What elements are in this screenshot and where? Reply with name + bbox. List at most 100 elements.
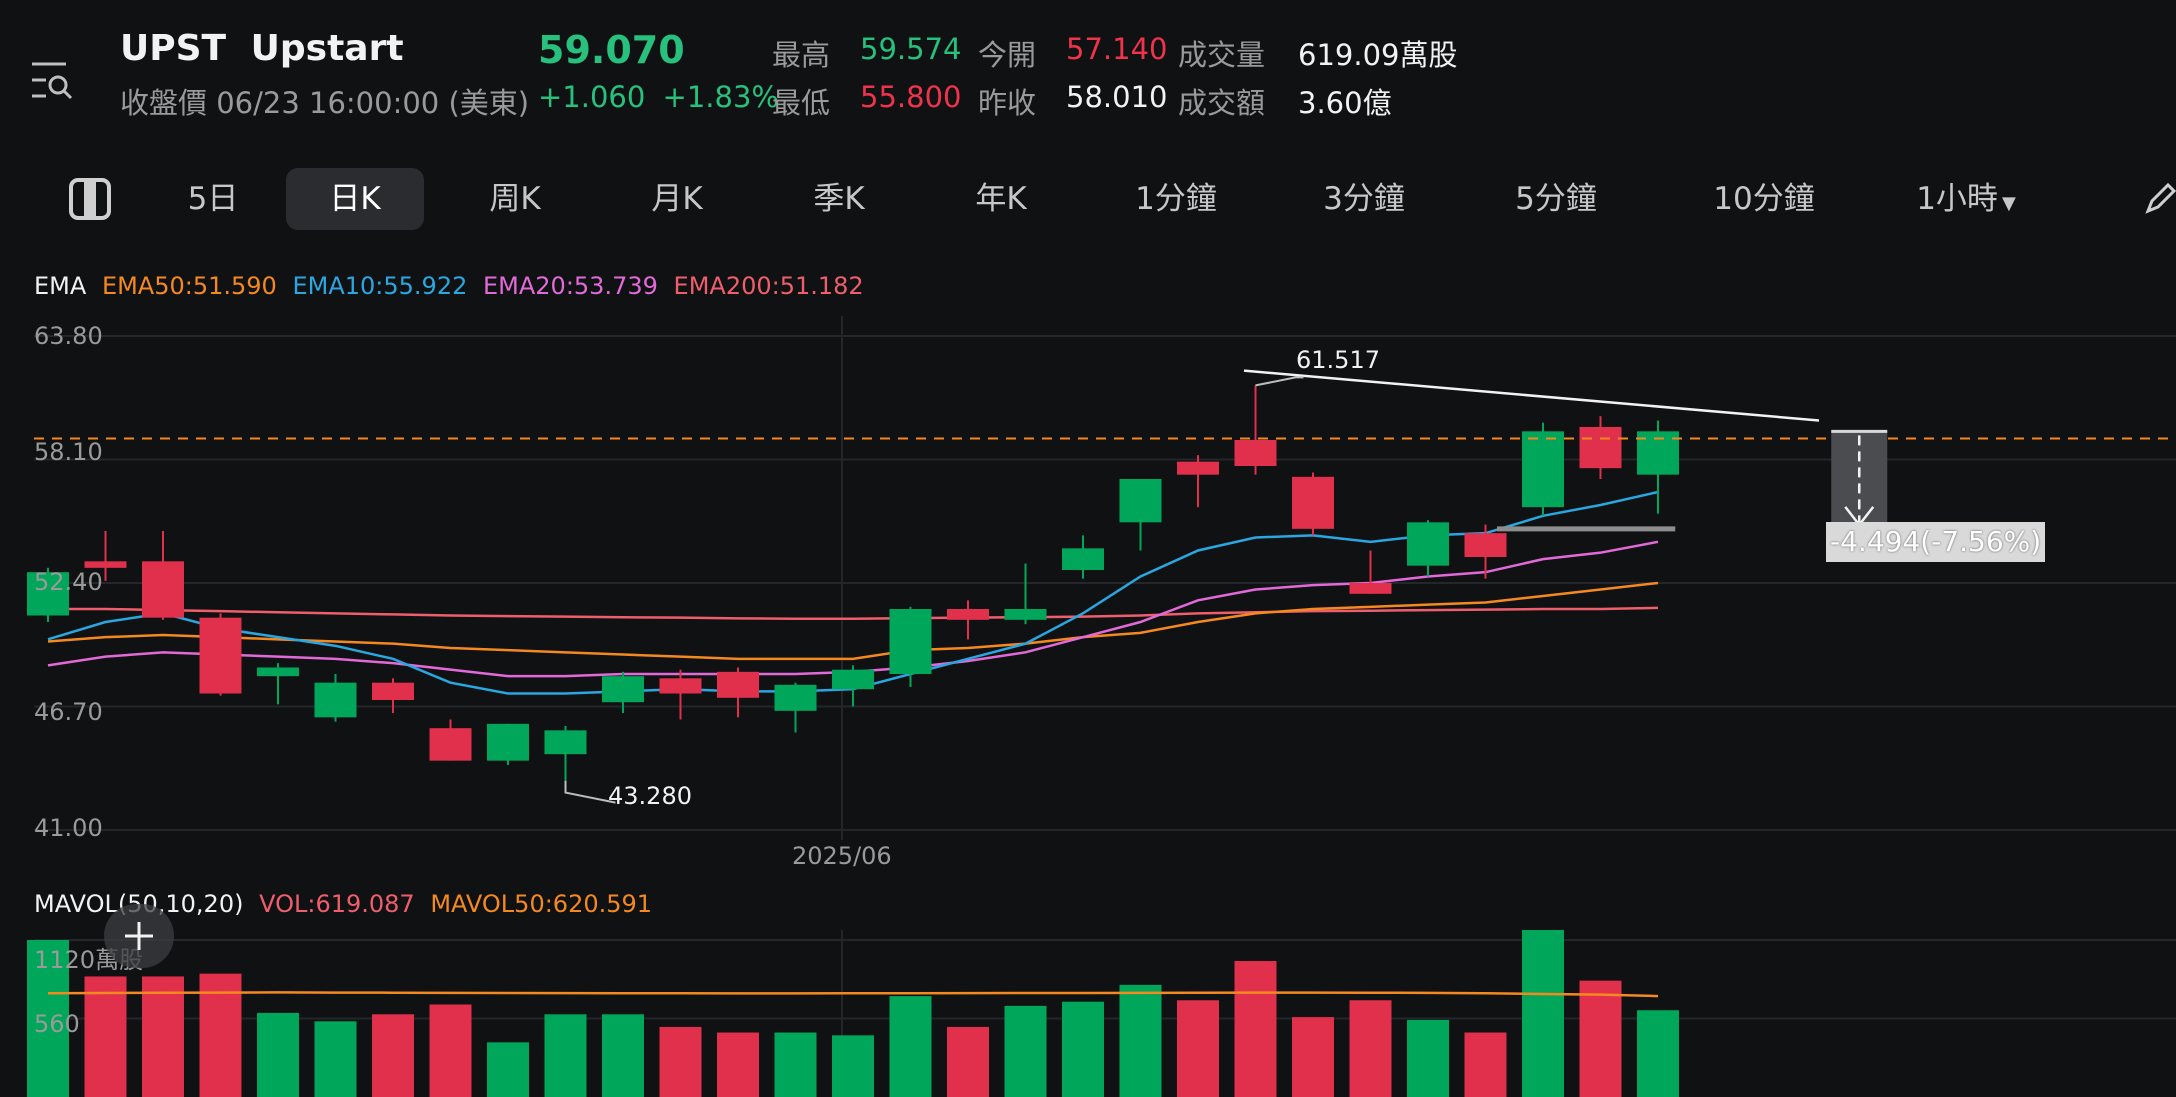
stat-open-value: 57.140 <box>1066 32 1168 66</box>
high-price-label: 61.517 <box>1296 346 1380 374</box>
change-percent: +1.83% <box>662 80 779 114</box>
candle <box>1637 420 1679 514</box>
stat-prevclose-value: 58.010 <box>1066 80 1168 114</box>
stock-name: Upstart <box>250 28 404 69</box>
candle <box>1119 479 1162 551</box>
tab-daily[interactable]: 日K <box>286 168 424 230</box>
candle <box>429 719 472 761</box>
ema50-legend: EMA50:51.590 <box>101 272 277 300</box>
candle-body <box>1464 533 1507 557</box>
candle <box>1349 550 1392 594</box>
volume-bar <box>372 1014 414 1097</box>
candle-body <box>1177 461 1219 475</box>
stock-symbol: UPST <box>120 28 227 69</box>
candle-body <box>717 671 759 698</box>
candle-body <box>889 609 932 674</box>
candle <box>1062 535 1104 579</box>
volume-bar <box>1177 1000 1219 1097</box>
stat-open-label: 今開 <box>978 38 1037 72</box>
draw-pencil-icon[interactable] <box>2140 168 2176 230</box>
tab-quarterly[interactable]: 季K <box>794 168 884 230</box>
volume-bar <box>717 1032 759 1097</box>
tab-10min[interactable]: 10分鐘 <box>1696 168 1832 230</box>
layout-toggle-icon[interactable] <box>64 168 116 230</box>
volume-bar <box>1004 1005 1047 1097</box>
stat-volume-label: 成交量 <box>1178 38 1266 72</box>
volume-bar <box>947 1026 989 1097</box>
candle <box>774 682 817 733</box>
volume-bar <box>659 1026 702 1097</box>
tab-yearly[interactable]: 年K <box>956 168 1046 230</box>
volume-bar <box>84 976 127 1097</box>
stat-prevclose-label: 昨收 <box>978 86 1037 120</box>
menu-search-icon[interactable] <box>28 58 76 104</box>
candle-body <box>84 561 127 568</box>
candle <box>1004 563 1047 625</box>
candle <box>1234 385 1277 475</box>
y-tick-label: 63.80 <box>34 322 103 350</box>
tab-3min[interactable]: 3分鐘 <box>1306 168 1422 230</box>
y-tick-label: 41.00 <box>34 814 103 842</box>
volume-bar <box>832 1035 874 1097</box>
stat-turnover-value: 3.60億 <box>1298 86 1392 120</box>
tab-1hour[interactable]: 1小時 ▼ <box>1908 168 2024 230</box>
mavol50-legend: MAVOL50:620.591 <box>430 890 653 918</box>
candle-body <box>429 728 472 761</box>
volume-bar <box>429 1004 472 1097</box>
volume-bar <box>1349 1000 1392 1097</box>
tab-5min[interactable]: 5分鐘 <box>1498 168 1614 230</box>
low-price-label: 43.280 <box>608 782 692 810</box>
vol-legend: VOL:619.087 <box>259 890 415 918</box>
candle <box>372 678 414 713</box>
change-value: +1.060 <box>538 80 646 114</box>
volume-bar <box>1522 930 1564 1097</box>
volume-y-tick: 560 <box>34 1010 80 1038</box>
candle-body <box>314 682 357 718</box>
stat-volume-value: 619.09萬股 <box>1298 38 1458 72</box>
volume-bar <box>544 1014 587 1097</box>
high-leader-line <box>1255 376 1304 387</box>
candle <box>889 606 932 687</box>
volume-bar <box>1637 1010 1679 1097</box>
candle-body <box>1579 427 1622 469</box>
candle <box>1579 416 1622 479</box>
candle <box>487 723 529 765</box>
plus-icon <box>125 922 153 950</box>
volume-chart[interactable] <box>0 930 2176 1097</box>
measure-label: -4.494(-7.56%) <box>1826 522 2046 562</box>
ema200-legend: EMA200:51.182 <box>673 272 864 300</box>
measure-box <box>1831 431 1888 529</box>
y-tick-label: 58.10 <box>34 438 103 466</box>
trendline <box>1243 369 1820 422</box>
stat-high-value: 59.574 <box>860 32 962 66</box>
x-axis-date-label: 2025/06 <box>792 842 892 870</box>
candle <box>199 613 242 696</box>
candle-body <box>1062 548 1104 570</box>
candle-body <box>544 730 587 755</box>
candle <box>314 674 357 722</box>
stat-high-label: 最高 <box>772 38 831 72</box>
candle-body <box>947 609 989 620</box>
volume-bar <box>1119 984 1162 1097</box>
ema-legend: EMA EMA50:51.590 EMA10:55.922 EMA20:53.7… <box>34 272 864 300</box>
ema10-legend: EMA10:55.922 <box>292 272 468 300</box>
tab-weekly[interactable]: 周K <box>470 168 560 230</box>
candle <box>257 663 299 705</box>
candle-body <box>1349 583 1392 594</box>
ema-legend-title: EMA <box>34 272 87 300</box>
add-indicator-button[interactable] <box>104 904 174 968</box>
tab-1min[interactable]: 1分鐘 <box>1118 168 1234 230</box>
tab-1hour-label: 1小時 <box>1916 181 1998 217</box>
volume-bar <box>487 1042 529 1097</box>
candle-body <box>1292 476 1334 529</box>
candle <box>1177 455 1219 508</box>
candle <box>659 669 702 720</box>
candle-body <box>602 676 644 703</box>
candle <box>142 531 184 620</box>
timeframe-tabs: 5日 日K 周K 月K 季K 年K 1分鐘 3分鐘 5分鐘 10分鐘 1小時 ▼ <box>0 168 2176 234</box>
tab-5d[interactable]: 5日 <box>168 168 258 230</box>
price-chart[interactable] <box>0 300 2176 860</box>
tab-monthly[interactable]: 月K <box>632 168 722 230</box>
volume-bar <box>1234 961 1277 1097</box>
candle-body <box>257 667 299 677</box>
